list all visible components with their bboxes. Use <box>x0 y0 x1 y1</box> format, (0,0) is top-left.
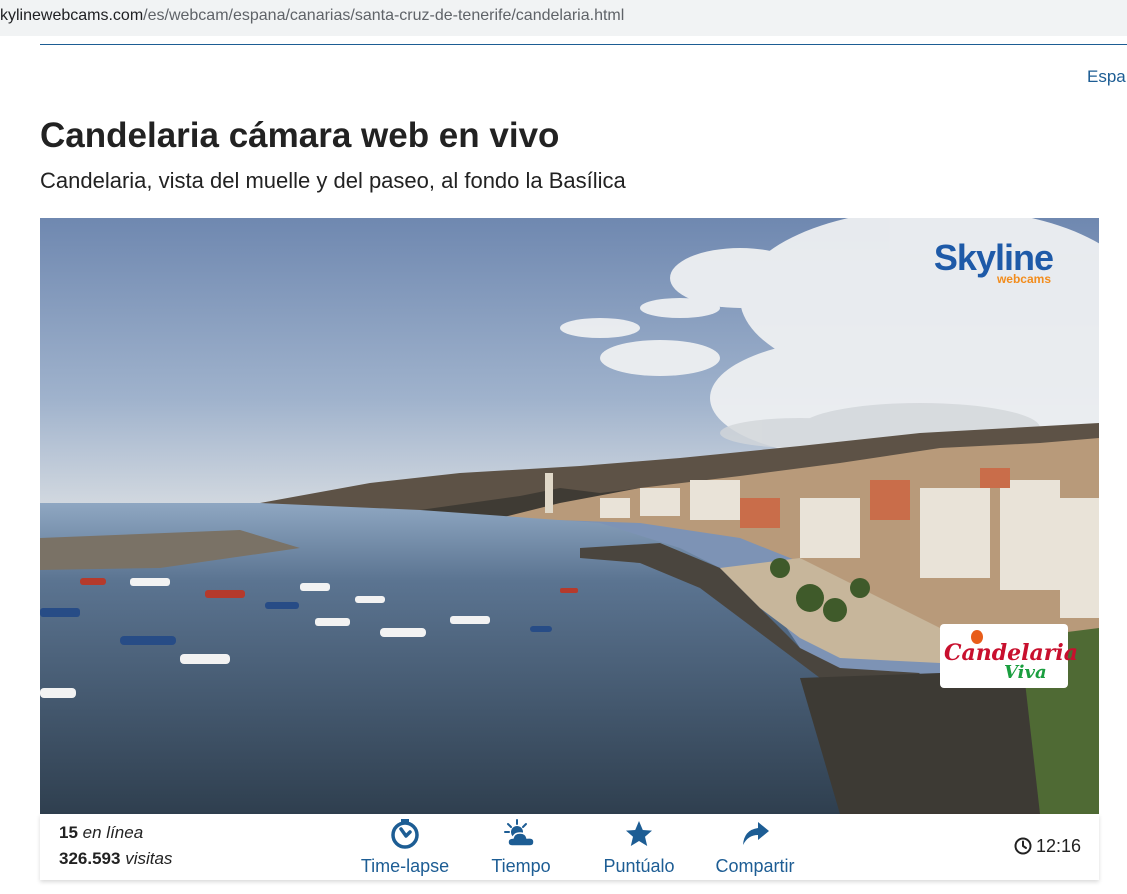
webcam-scene <box>40 218 1099 814</box>
page-title: Candelaria cámara web en vivo <box>40 116 560 155</box>
nav-divider <box>40 44 1127 45</box>
timelapse-button[interactable]: Time-lapse <box>360 818 450 877</box>
page-subtitle: Candelaria, vista del muelle y del paseo… <box>40 168 626 193</box>
share-button[interactable]: Compartir <box>710 818 800 877</box>
candelaria-viva-logo: Candelaria Viva <box>940 624 1078 688</box>
weather-icon <box>504 819 535 847</box>
language-selector[interactable]: Espa <box>1087 67 1126 87</box>
browser-url-bar[interactable]: skylinewebcams.com/es/webcam/espana/cana… <box>0 0 1127 36</box>
online-count: 15 en línea <box>59 823 144 842</box>
visits-count: 326.593 visitas <box>59 849 173 868</box>
star-icon <box>626 821 652 846</box>
weather-button[interactable]: Tiempo <box>481 818 561 877</box>
skyline-webcams-logo: Skyline webcams <box>933 237 1054 286</box>
local-time: 12:16 <box>1014 836 1081 857</box>
share-icon <box>743 822 769 845</box>
url-text[interactable]: skylinewebcams.com/es/webcam/espana/cana… <box>0 7 624 25</box>
webcam-video-player[interactable]: Skyline webcams Candelaria Viva <box>40 218 1099 814</box>
rate-button[interactable]: Puntúalo <box>596 818 682 877</box>
timelapse-icon <box>391 819 419 849</box>
clock-icon <box>1014 837 1032 855</box>
player-info-bar: 15 en línea 326.593 visitas Time-lapse T… <box>40 814 1099 880</box>
